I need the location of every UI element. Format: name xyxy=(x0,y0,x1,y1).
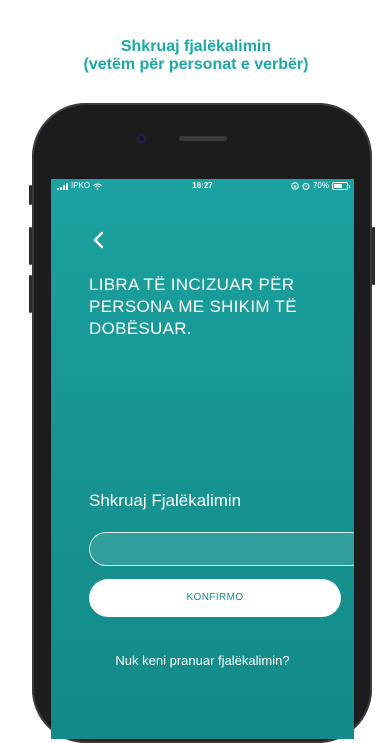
caption-line-1: Shkruaj fjalëkalimin xyxy=(120,38,272,55)
phone-screen: IPKO 16:27 70% LIBRA TË INCIZUAR PËR PER… xyxy=(51,179,354,739)
page-headline: LIBRA TË INCIZUAR PËR PERSONA ME SHIKIM … xyxy=(89,275,297,338)
phone-frame: IPKO 16:27 70% LIBRA TË INCIZUAR PËR PER… xyxy=(29,103,375,743)
volume-up-button xyxy=(29,227,32,265)
password-field[interactable] xyxy=(89,532,354,566)
chevron-left-icon xyxy=(93,231,104,249)
status-right: 70% xyxy=(291,179,350,193)
orientation-lock-icon xyxy=(291,182,299,190)
volume-down-button xyxy=(29,275,32,313)
status-bar: IPKO 16:27 70% xyxy=(51,179,354,193)
password-label: Shkruaj Fjalëkalimin xyxy=(89,491,242,510)
forgot-password-link[interactable]: Nuk keni pranuar fjalëkalimin? xyxy=(51,653,354,668)
earpiece-speaker xyxy=(179,136,227,141)
confirm-button[interactable]: KONFIRMO xyxy=(89,579,341,617)
promo-caption: Shkruaj fjalëkalimin (vetëm për personat… xyxy=(0,38,392,74)
caption-line-2: (vetëm për personat e verbër) xyxy=(83,56,309,73)
alarm-icon xyxy=(302,182,310,190)
power-button xyxy=(372,227,375,285)
battery-percent: 70% xyxy=(312,181,329,190)
battery-icon xyxy=(332,182,350,190)
front-camera xyxy=(137,134,146,143)
back-button[interactable] xyxy=(89,229,109,251)
battery-fill xyxy=(334,184,343,188)
mute-switch xyxy=(29,185,32,205)
